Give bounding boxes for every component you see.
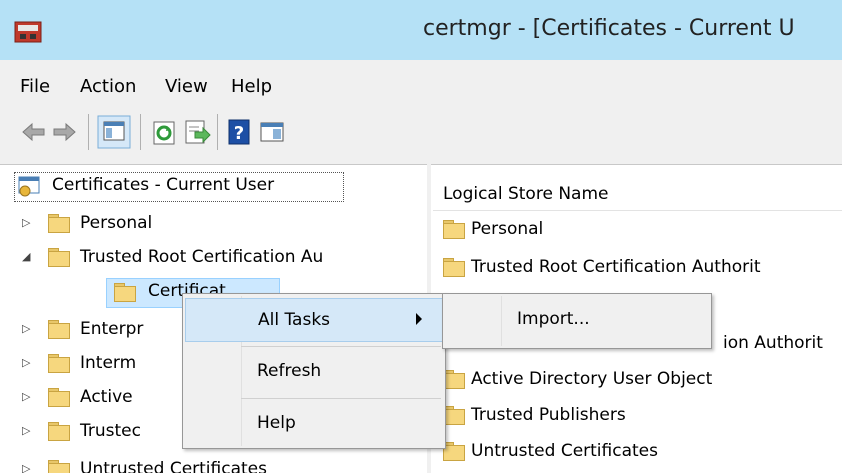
- show-action-pane-icon[interactable]: [258, 118, 286, 146]
- tree-node-label: Active: [80, 387, 133, 407]
- back-icon[interactable]: [20, 118, 48, 146]
- folder-icon: [443, 442, 465, 461]
- tree-root[interactable]: Certificates - Current User: [14, 172, 414, 202]
- folder-icon: [48, 422, 70, 441]
- list-item-label: Trusted Root Certification Authorit: [471, 257, 761, 277]
- refresh-icon[interactable]: [151, 118, 179, 146]
- menu-item-all-tasks[interactable]: All Tasks: [185, 298, 443, 342]
- column-header-label: Logical Store Name: [443, 184, 609, 204]
- column-header[interactable]: Logical Store Name: [433, 174, 842, 211]
- menu-item-label: All Tasks: [258, 310, 331, 330]
- forward-icon[interactable]: [50, 118, 78, 146]
- certificate-store-icon: [18, 176, 40, 197]
- list-item-label: Active Directory User Object: [471, 369, 713, 389]
- expand-arrow-icon[interactable]: ▷: [22, 322, 36, 336]
- menu-item-label: Import...: [517, 309, 590, 329]
- folder-icon: [443, 406, 465, 425]
- menu-bar: File Action View Help: [0, 60, 842, 104]
- tree-node-label: Interm: [80, 353, 137, 373]
- menu-item-help[interactable]: Help: [185, 402, 443, 446]
- title-bar: certmgr - [Certificates - Current U: [0, 0, 842, 60]
- folder-icon: [443, 220, 465, 239]
- context-menu: All Tasks Refresh Help: [182, 293, 446, 449]
- expand-arrow-icon[interactable]: ▷: [22, 216, 36, 230]
- folder-icon: [48, 214, 70, 233]
- all-tasks-submenu: Import...: [442, 293, 712, 349]
- folder-icon: [48, 248, 70, 267]
- toolbar-separator: [140, 114, 141, 150]
- submenu-arrow-icon: [416, 313, 422, 325]
- list-item-label: Personal: [471, 219, 544, 239]
- tree-node-label: Trustec: [80, 421, 141, 441]
- certmgr-app-icon[interactable]: [14, 20, 42, 44]
- menu-view[interactable]: View: [165, 76, 208, 97]
- tree-node-label: Personal: [80, 213, 153, 233]
- toolbar-separator: [217, 114, 218, 150]
- list-item-label: Untrusted Certificates: [471, 441, 658, 461]
- expand-arrow-icon[interactable]: ▷: [22, 356, 36, 370]
- help-icon[interactable]: ?: [226, 118, 254, 146]
- folder-icon: [48, 388, 70, 407]
- folder-icon: [443, 258, 465, 277]
- menu-file[interactable]: File: [20, 76, 50, 97]
- menu-item-label: Refresh: [257, 361, 322, 381]
- collapse-arrow-icon[interactable]: ◢: [22, 250, 36, 264]
- menu-item-label: Help: [257, 413, 296, 433]
- folder-icon: [114, 283, 136, 302]
- menu-help[interactable]: Help: [231, 76, 272, 97]
- window-title: certmgr - [Certificates - Current U: [423, 16, 795, 41]
- expand-arrow-icon[interactable]: ▷: [22, 424, 36, 438]
- menu-item-refresh[interactable]: Refresh: [185, 350, 443, 394]
- tree-node-label: Untrusted Certificates: [80, 459, 267, 473]
- folder-icon: [443, 370, 465, 389]
- tree-node-label: Enterpr: [80, 319, 144, 339]
- show-hide-console-tree-icon[interactable]: [97, 115, 131, 149]
- menu-item-import[interactable]: Import...: [445, 298, 709, 342]
- export-list-icon[interactable]: [183, 118, 211, 146]
- toolbar: ?: [0, 104, 842, 165]
- expand-arrow-icon[interactable]: ▷: [22, 462, 36, 473]
- tree-node-label: Trusted Root Certification Au: [80, 247, 324, 267]
- folder-icon: [48, 354, 70, 373]
- folder-icon: [48, 460, 70, 473]
- menu-separator: [241, 346, 441, 347]
- tree-root-label: Certificates - Current User: [52, 175, 275, 195]
- menu-action[interactable]: Action: [80, 76, 136, 97]
- menu-separator: [241, 398, 441, 399]
- expand-arrow-icon[interactable]: ▷: [22, 390, 36, 404]
- folder-icon: [48, 320, 70, 339]
- svg-text:?: ?: [234, 123, 244, 144]
- toolbar-separator: [88, 114, 89, 150]
- list-item-label: Trusted Publishers: [471, 405, 626, 425]
- list-item-label: ion Authorit: [723, 333, 823, 353]
